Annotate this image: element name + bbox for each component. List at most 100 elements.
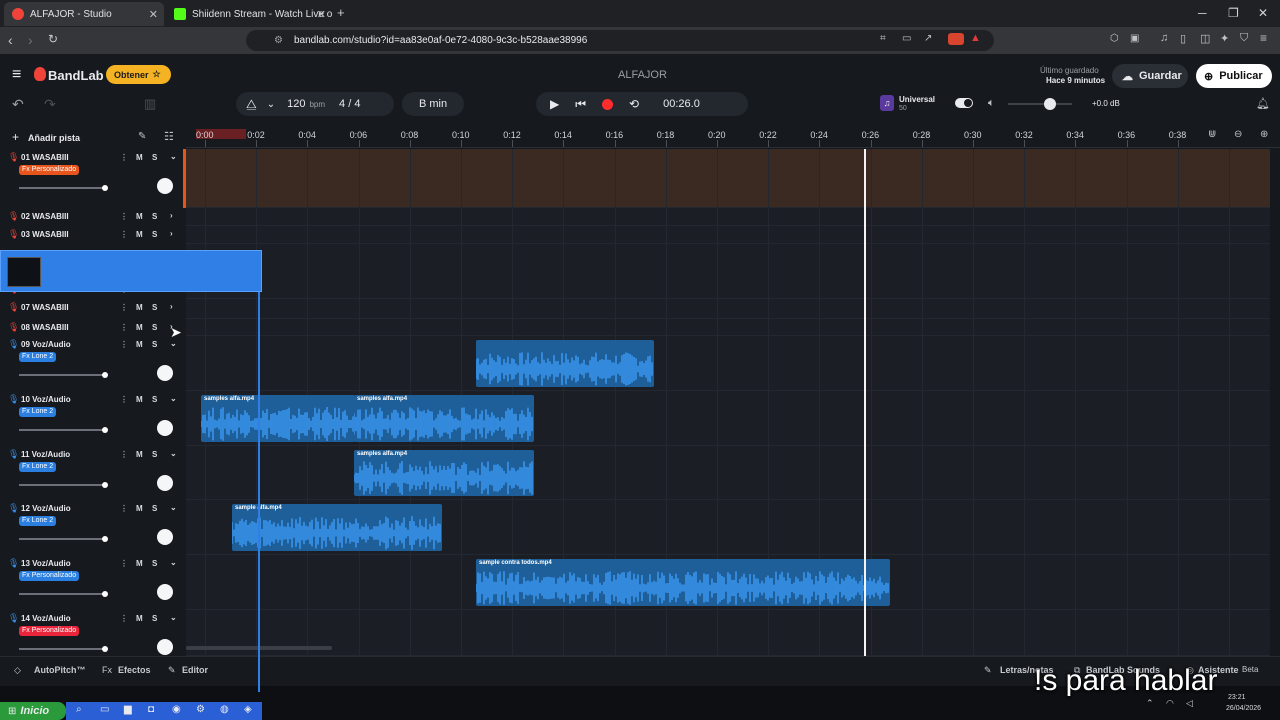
volume-knob[interactable] — [1043, 98, 1056, 110]
fx-badge[interactable]: Fx Personalizado — [19, 626, 80, 636]
effects-button[interactable]: Efectos — [118, 665, 151, 675]
close-tab-icon[interactable]: ✕ — [317, 8, 326, 21]
slider-knob[interactable] — [102, 646, 108, 652]
track-header[interactable]: 🎙︎ 14 Voz/Audio ⋮ M S ⌄ Fx Personalizado — [0, 610, 186, 656]
snap-icon[interactable]: ⋓ — [1208, 129, 1216, 140]
close-tab-icon[interactable]: ✕ — [149, 8, 158, 21]
pan-knob[interactable] — [157, 639, 173, 655]
task-view-icon[interactable]: ▭ — [100, 704, 109, 715]
brave-rewards-icon[interactable]: ▲ — [970, 32, 981, 44]
track-header[interactable]: 🎙︎ 01 WASABIII ⋮ M S ⌄ Fx Personalizado — [0, 149, 186, 208]
fx-badge[interactable]: Fx Personalizado — [19, 165, 80, 175]
mute-button[interactable]: M — [136, 230, 143, 239]
clock-date[interactable]: 26/04/2026 — [1226, 705, 1261, 712]
pan-knob[interactable] — [157, 475, 173, 491]
solo-button[interactable]: S — [152, 450, 157, 459]
mute-button[interactable]: M — [136, 395, 143, 404]
pencil-icon[interactable]: ✎ — [138, 131, 146, 142]
wallet-icon[interactable]: ◫ — [1200, 32, 1210, 45]
track-lane[interactable] — [186, 319, 1270, 336]
track-header[interactable]: 🎙︎ 03 WASABIII ⋮ M S › — [0, 226, 186, 244]
track-volume-slider[interactable] — [19, 427, 108, 433]
bandlab-logo-icon[interactable] — [34, 67, 46, 81]
track-options-icon[interactable]: ⋮ — [120, 153, 128, 162]
track-name[interactable]: 07 WASABIII — [21, 303, 69, 312]
chevron-down-icon[interactable]: ⌄ — [170, 449, 177, 458]
ai-icon[interactable]: ✦ — [1220, 32, 1229, 45]
audio-clip[interactable]: samples alfa.mp4 — [354, 395, 534, 442]
share-icon[interactable]: ↗ — [924, 33, 932, 44]
redo-icon[interactable]: ↷ — [44, 96, 56, 113]
fx-badge[interactable]: Fx Lone 2 — [19, 407, 57, 417]
mute-button[interactable]: M — [136, 153, 143, 162]
track-lane[interactable] — [186, 610, 1270, 656]
track-volume-slider[interactable] — [19, 372, 108, 378]
browser-tab-kick[interactable]: Shiidenn Stream - Watch Live on Kick ✕ — [166, 2, 332, 26]
close-window-button[interactable]: ✕ — [1258, 6, 1268, 20]
mute-button[interactable]: M — [136, 340, 143, 349]
track-name[interactable]: 13 Voz/Audio — [21, 559, 71, 568]
undo-icon[interactable]: ↶ — [12, 96, 24, 113]
mute-button[interactable]: M — [136, 323, 143, 332]
editor-button[interactable]: Editor — [182, 665, 208, 675]
solo-button[interactable]: S — [152, 230, 157, 239]
track-lane[interactable] — [186, 226, 1270, 244]
fx-badge[interactable]: Fx Lone 2 — [19, 462, 57, 472]
reader-icon[interactable]: ▣ — [1130, 33, 1139, 44]
chevron-down-icon[interactable]: ⌄ — [170, 558, 177, 567]
brave-shield-icon[interactable] — [948, 33, 964, 45]
track-options-icon[interactable]: ⋮ — [120, 395, 128, 404]
file-explorer-icon[interactable]: ▆ — [124, 704, 132, 715]
tempo-value[interactable]: 120 — [287, 98, 305, 110]
track-options-icon[interactable]: ⋮ — [120, 303, 128, 312]
maximize-window-button[interactable]: ❐ — [1228, 6, 1239, 20]
track-lane[interactable] — [186, 446, 1270, 500]
solo-button[interactable]: S — [152, 303, 157, 312]
track-options-icon[interactable]: ⋮ — [120, 230, 128, 239]
back-icon[interactable]: ‹ — [8, 32, 13, 48]
volume-icon[interactable]: 🔈︎ — [988, 97, 995, 110]
chevron-right-icon[interactable]: › — [170, 229, 173, 238]
wifi-icon[interactable]: ◠ — [1166, 698, 1174, 709]
pan-knob[interactable] — [157, 365, 173, 381]
autopitch-button[interactable]: AutoPitch™ — [34, 665, 86, 675]
track-header[interactable]: 🎙︎ 11 Voz/Audio ⋮ M S ⌄ Fx Lone 2 — [0, 446, 186, 500]
audio-clip[interactable]: sample contra todos.mp4 — [476, 559, 890, 606]
brand-name[interactable]: BandLab — [48, 68, 104, 83]
chevron-down-icon[interactable]: ⌄ — [170, 503, 177, 512]
solo-button[interactable]: S — [152, 323, 157, 332]
minimize-window-button[interactable]: ─ — [1198, 6, 1207, 20]
track-name[interactable]: 14 Voz/Audio — [21, 614, 71, 623]
clock-time[interactable]: 23:21 — [1228, 694, 1246, 701]
tray-chevron-icon[interactable]: ⌃ — [1146, 698, 1154, 709]
track-header[interactable]: 🎙︎ 09 Voz/Audio ⋮ M S ⌄ Fx Lone 2 — [0, 336, 186, 391]
new-tab-button[interactable]: + — [337, 5, 345, 20]
reload-icon[interactable]: ↻ — [48, 32, 58, 46]
pan-knob[interactable] — [157, 584, 173, 600]
slider-knob[interactable] — [102, 591, 108, 597]
mute-button[interactable]: M — [136, 212, 143, 221]
solo-button[interactable]: S — [152, 504, 157, 513]
zoom-out-icon[interactable]: ⊖ — [1234, 129, 1242, 140]
track-lane[interactable] — [186, 149, 1270, 208]
track-options-icon[interactable]: ⋮ — [120, 323, 128, 332]
metronome-icon[interactable]: ⧋ — [246, 97, 257, 112]
solo-button[interactable]: S — [152, 559, 157, 568]
save-button[interactable]: ☁ Guardar — [1112, 64, 1188, 88]
track-options-icon[interactable]: ⋮ — [120, 614, 128, 623]
forward-icon[interactable]: › — [28, 32, 33, 48]
record-icon[interactable] — [602, 98, 614, 110]
slider-knob[interactable] — [102, 482, 108, 488]
chevron-right-icon[interactable]: › — [170, 302, 173, 311]
settings-icon[interactable]: ⚙ — [196, 704, 205, 715]
notification-bell-icon[interactable]: 🔔︎ — [1256, 97, 1270, 110]
timeline-ruler[interactable]: 0:00 0:02 0:04 0:06 0:08 0:10 0:12 0:14 0:16 0:18… — [186, 126, 1280, 148]
zoom-in-icon[interactable]: ⊕ — [1260, 129, 1268, 140]
track-volume-slider[interactable] — [19, 482, 108, 488]
browser-taskbar-icon[interactable]: ◉ — [172, 704, 181, 715]
loop-icon[interactable]: ⟲ — [629, 97, 639, 111]
track-header[interactable]: 🎙︎ 10 Voz/Audio ⋮ M S ⌄ Fx Lone 2 — [0, 391, 186, 446]
chevron-right-icon[interactable]: › — [170, 211, 173, 220]
track-lane[interactable] — [186, 208, 1270, 226]
timeline-area[interactable]: samples alfa.mp4 samples alfa.mp4 samples … — [186, 149, 1270, 656]
